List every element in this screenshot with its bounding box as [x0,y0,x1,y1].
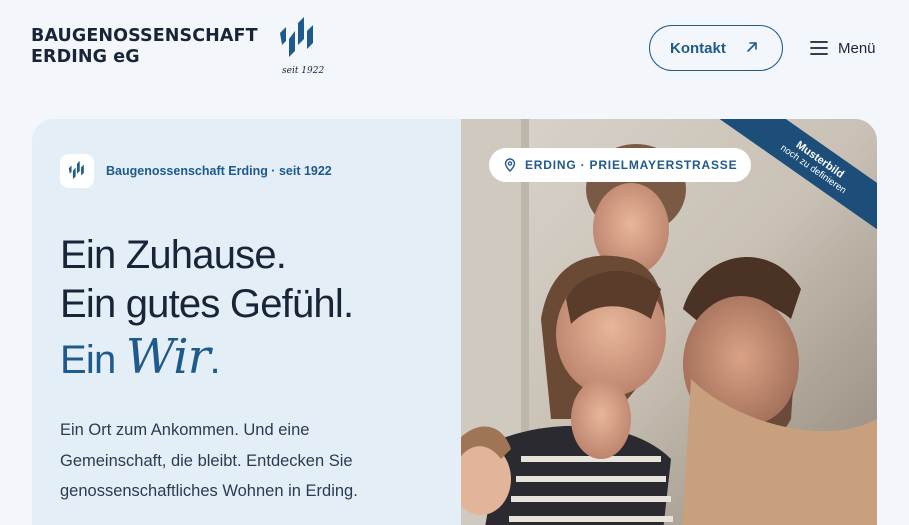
hero-intro-text: Ein Ort zum Ankommen. Und eine Gemeinsch… [60,421,358,500]
badge-text: Baugenossenschaft Erding · seit 1922 [106,164,332,178]
headline-line-2: Ein gutes Gefühl. [60,282,354,326]
location-pill: ERDING · PRIELMAYERSTRASSE [489,148,752,182]
headline-script-word: Wir [125,329,211,385]
brand-line-2: ERDING eG [31,47,140,67]
headline-line-3-suffix: . [209,338,221,382]
contact-button[interactable]: Kontakt [649,25,783,71]
logo-mark-icon [60,154,94,188]
menu-label: Menü [838,39,876,57]
headline-line-3-prefix: Ein [60,338,116,382]
hamburger-icon [810,41,828,55]
menu-button[interactable]: Menü [810,36,876,60]
location-label: ERDING · PRIELMAYERSTRASSE [525,158,738,172]
headline-line-1: Ein Zuhause. [60,233,287,277]
hero-photo: ERDING · PRIELMAYERSTRASSE Musterbild no… [461,119,877,525]
hero-badge: Baugenossenschaft Erding · seit 1922 [60,154,332,188]
arrow-up-right-icon [747,42,757,52]
brand-link[interactable]: BAUGENOSSENSCHAFT ERDING eG [31,26,258,68]
site-header: BAUGENOSSENSCHAFT ERDING eG seit 1922 Ko… [0,0,909,95]
brand-line-1: BAUGENOSSENSCHAFT [31,26,258,46]
hero-headline: Ein Zuhause. Ein gutes Gefühl. Ein Wir. [60,231,354,385]
hero-text-panel: Baugenossenschaft Erding · seit 1922 Ein… [32,119,461,525]
map-pin-icon [504,158,516,172]
contact-label: Kontakt [670,39,726,57]
hero-card: Baugenossenschaft Erding · seit 1922 Ein… [32,119,877,525]
logo-since: seit 1922 [282,66,325,76]
headline-line-3: Ein Wir. [60,333,353,385]
